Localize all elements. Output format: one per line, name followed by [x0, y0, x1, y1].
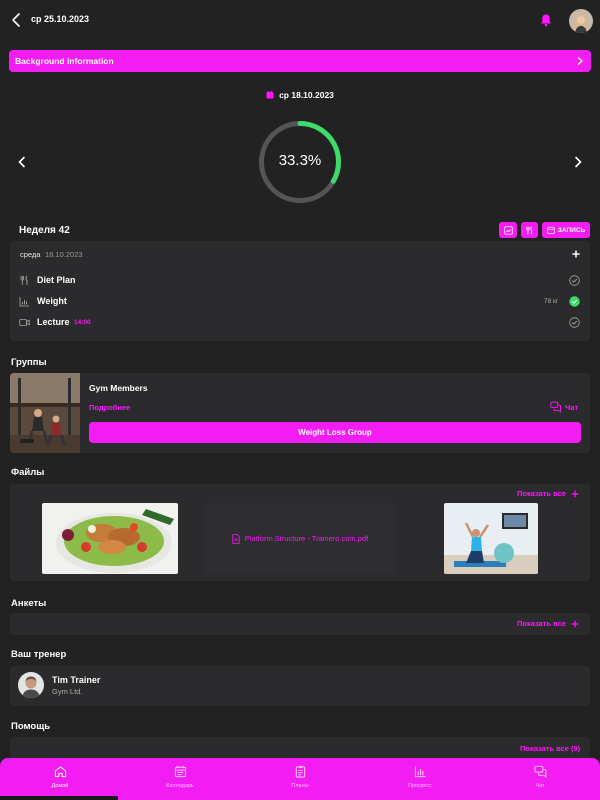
nav-home-label: Домой [51, 783, 69, 789]
surveys-show-all-label: Показать все [517, 619, 566, 628]
home-indicator [0, 796, 118, 800]
trainer-org: Gym Ltd. [52, 687, 83, 696]
plus-icon [571, 490, 579, 497]
check-circle-icon[interactable] [569, 275, 580, 286]
bell-icon [541, 14, 551, 27]
group-image [10, 373, 80, 453]
weight-loss-group-button[interactable]: Weight Loss Group [89, 422, 581, 443]
group-details-link[interactable]: Подробнее [89, 403, 130, 412]
meal-button[interactable] [521, 222, 538, 238]
chat-icon [533, 765, 546, 778]
record-button-label: ЗАПИСЬ [557, 226, 586, 234]
fork-knife-icon [20, 275, 28, 285]
group-name: Gym Members [89, 383, 148, 393]
plus-icon [571, 620, 579, 627]
weight-value: 78 кг [544, 298, 559, 305]
chevron-left-icon [12, 13, 20, 27]
clipboard-icon [295, 765, 305, 778]
chevron-right-icon [575, 156, 582, 168]
bar-chart-icon [19, 297, 29, 307]
user-avatar[interactable] [569, 9, 593, 33]
check-circle-icon[interactable] [569, 317, 580, 328]
progress-chart-button[interactable] [499, 222, 517, 238]
calendar-icon [174, 765, 186, 778]
day-card [10, 241, 590, 341]
files-title: Файлы [11, 467, 45, 478]
background-info-label: Background information [15, 56, 114, 66]
file-yoga-image[interactable] [444, 503, 538, 574]
trainer-name: Tim Trainer [52, 675, 101, 685]
progress-percent: 33.3% [278, 152, 322, 169]
row-label-weight[interactable]: Weight [37, 296, 67, 306]
bottom-navigation: Домой Календарь Планы Прогресс Чат [0, 758, 600, 800]
progress-date-row: ср 18.10.2023 [0, 86, 600, 100]
group-chat-link[interactable]: Чат [550, 401, 578, 413]
row-label-diet-plan[interactable]: Diet Plan [37, 275, 76, 285]
files-show-all[interactable]: Показать все [517, 489, 579, 498]
notifications-button[interactable] [539, 13, 553, 27]
user-avatar-image [569, 9, 593, 33]
add-entry-icon[interactable] [571, 249, 581, 259]
video-icon [19, 319, 30, 326]
record-button[interactable]: ЗАПИСЬ [542, 222, 590, 238]
surveys-title: Анкеты [11, 598, 47, 609]
bar-chart-icon [414, 766, 426, 778]
group-chat-label: Чат [565, 402, 579, 412]
chevron-left-icon [18, 156, 25, 168]
next-day-button[interactable] [571, 155, 585, 169]
lecture-time: 14:00 [74, 319, 91, 326]
groups-title: Группы [11, 357, 47, 368]
back-button[interactable] [8, 11, 26, 29]
day-name: среда [20, 250, 41, 259]
help-show-all[interactable]: Показать все (9) [520, 744, 580, 753]
file-salad-image[interactable] [42, 503, 178, 574]
files-show-all-label: Показать все [517, 489, 566, 498]
nav-chat[interactable]: Чат [480, 758, 600, 800]
calendar-icon [266, 91, 274, 99]
day-date: 18.10.2023 [45, 250, 83, 259]
file-pdf-name: Platform Structure - Trainero.com.pdf [244, 534, 369, 543]
chart-icon [503, 225, 513, 235]
row-label-lecture[interactable]: Lecture [37, 317, 70, 327]
header-date: ср 25.10.2023 [31, 14, 90, 24]
file-pdf[interactable]: Platform Structure - Trainero.com.pdf [205, 503, 395, 574]
gym-photo [10, 373, 80, 453]
document-icon [232, 533, 240, 544]
trainer-title: Ваш тренер [11, 649, 67, 660]
previous-day-button[interactable] [15, 155, 29, 169]
trainer-card[interactable] [10, 666, 590, 706]
home-icon [54, 766, 66, 778]
nav-plans[interactable]: Планы [240, 758, 360, 800]
week-label: Неделя 42 [19, 225, 70, 236]
surveys-card [10, 613, 590, 635]
calendar-icon [547, 226, 555, 234]
yoga-photo [444, 503, 538, 574]
check-circle-filled-icon[interactable] [569, 296, 580, 307]
nav-calendar-label: Календарь [166, 783, 194, 789]
chevron-right-icon [577, 57, 583, 65]
nav-plans-label: Планы [291, 783, 309, 789]
nav-home[interactable]: Домой [0, 758, 120, 800]
trainer-avatar [18, 672, 44, 698]
help-show-all-label: Показать все (9) [520, 744, 581, 753]
nav-progress[interactable]: Прогресс [360, 758, 480, 800]
nav-calendar[interactable]: Календарь [120, 758, 240, 800]
fork-knife-icon [526, 226, 533, 234]
nav-progress-label: Прогресс [408, 783, 432, 789]
background-info-banner[interactable]: Background information [9, 50, 591, 72]
surveys-show-all[interactable]: Показать все [517, 619, 579, 628]
progress-date: ср 18.10.2023 [279, 90, 334, 100]
nav-chat-label: Чат [535, 783, 545, 789]
help-title: Помощь [11, 721, 51, 732]
salad-photo [42, 503, 178, 574]
trainer-photo [18, 672, 44, 698]
chat-icon [550, 401, 562, 413]
